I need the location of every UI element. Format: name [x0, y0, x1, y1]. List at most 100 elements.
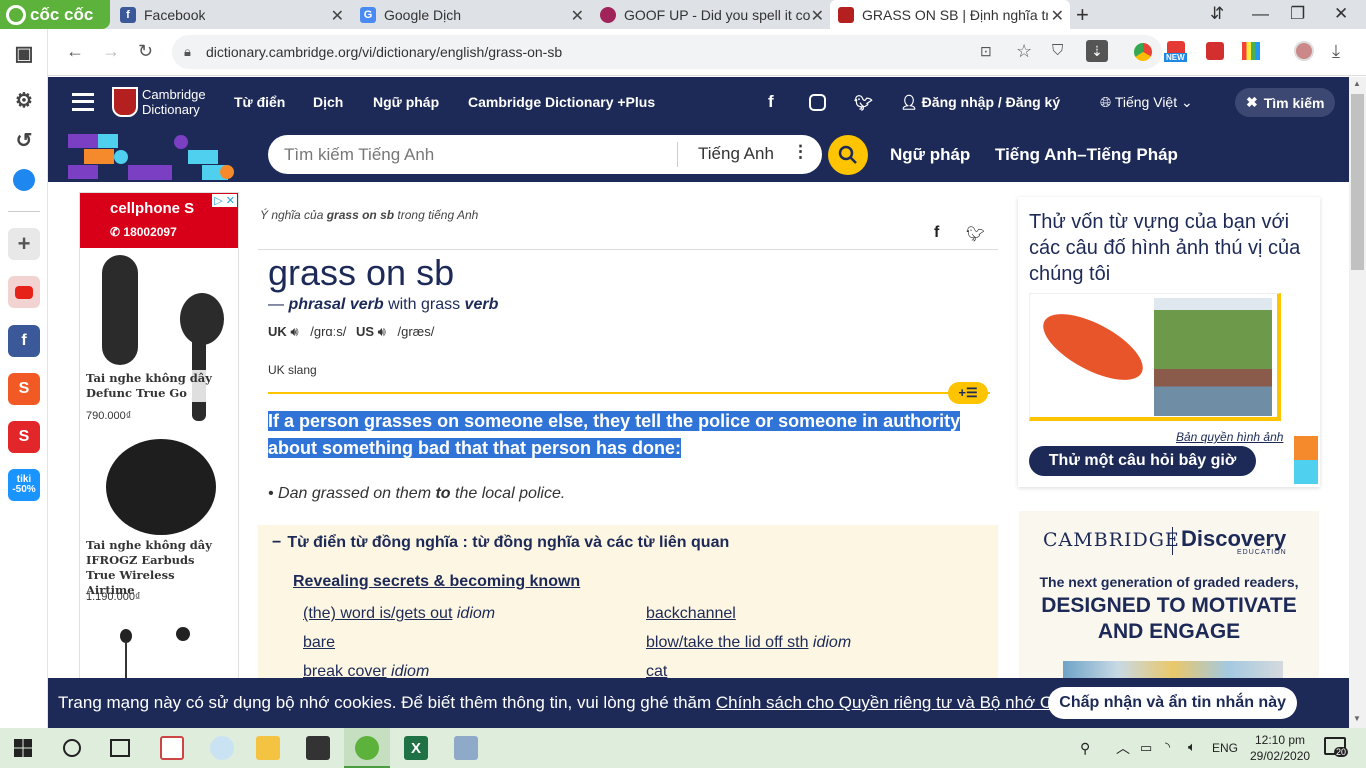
share-facebook-icon[interactable]: f	[934, 224, 939, 242]
app-snipping-icon[interactable]	[210, 736, 234, 760]
hamburger-menu-icon[interactable]	[72, 93, 94, 111]
more-vertical-icon[interactable]: ⋮	[792, 142, 809, 162]
uk-ipa: /ɡrɑːs/	[310, 324, 347, 339]
people-icon[interactable]: ⚲	[1080, 740, 1090, 757]
close-tab-icon[interactable]: ✕	[571, 6, 584, 26]
start-icon[interactable]	[14, 739, 32, 757]
bookmark-star-icon[interactable]: ☆	[1016, 41, 1032, 62]
add-app-icon[interactable]: +	[8, 228, 40, 260]
quiz-image[interactable]	[1029, 293, 1281, 421]
search-language-select[interactable]: Tiếng Anh	[698, 144, 774, 164]
taskbar-coccoc-active[interactable]	[344, 728, 390, 768]
extension-red-icon[interactable]	[1206, 42, 1224, 60]
panel-toggle-icon[interactable]: ▣	[8, 37, 40, 69]
extension-new-icon[interactable]: NEW	[1164, 41, 1190, 65]
wifi-icon[interactable]: ◝	[1165, 739, 1170, 755]
accept-cookies-button[interactable]: Chấp nhận và ẩn tin nhắn này	[1048, 687, 1297, 719]
thesaurus-group-link[interactable]: Revealing secrets & becoming known	[293, 573, 580, 591]
tab-grass-on-sb[interactable]: GRASS ON SB | Định nghĩa tr ✕	[830, 0, 1070, 29]
maximize-icon[interactable]: ❐	[1290, 4, 1305, 24]
facebook-icon[interactable]: f	[768, 92, 774, 112]
address-bar[interactable]: 🔒︎ dictionary.cambridge.org/vi/dictionar…	[172, 35, 1162, 69]
task-view-icon[interactable]	[110, 739, 130, 757]
tab-facebook[interactable]: f Facebook ✕	[112, 0, 350, 29]
nav-translate[interactable]: Dịch	[313, 94, 343, 110]
close-tab-icon[interactable]: ✕	[331, 6, 344, 26]
product-name[interactable]: Tai nghe không dây Defunc True Go	[84, 370, 216, 402]
notifications-icon[interactable]: 20	[1324, 737, 1349, 757]
nav-dictionary[interactable]: Từ điển	[234, 94, 285, 110]
app-paint-icon[interactable]	[160, 736, 184, 760]
minimize-icon[interactable]: —	[1252, 4, 1269, 24]
site-logo[interactable]: Cambridge Dictionary	[142, 87, 206, 117]
sendo-icon[interactable]: S	[8, 421, 40, 453]
settings-icon[interactable]: ⚙	[8, 84, 40, 116]
thesaurus-item[interactable]: backchannel	[646, 605, 736, 623]
search-input[interactable]: Tìm kiếm Tiếng Anh Tiếng Anh ⋮	[268, 135, 822, 174]
scroll-thumb[interactable]	[1351, 94, 1364, 270]
app-sticky-icon[interactable]	[306, 736, 330, 760]
scroll-up-icon[interactable]: ▲	[1353, 79, 1361, 88]
translate-page-icon[interactable]: ⊡	[980, 43, 992, 60]
share-twitter-icon[interactable]: 🐦︎	[966, 225, 985, 243]
tab-goof-up[interactable]: GOOF UP - Did you spell it co ✕	[592, 0, 830, 29]
scroll-down-icon[interactable]: ▼	[1353, 714, 1361, 723]
facebook-icon[interactable]: f	[8, 325, 40, 357]
thesaurus-item[interactable]: blow/take the lid off sth idiom	[646, 634, 851, 652]
search-button[interactable]	[828, 135, 868, 175]
show-hidden-icon[interactable]: ︿	[1116, 738, 1130, 758]
app-tool-icon[interactable]	[454, 736, 478, 760]
file-explorer-icon[interactable]	[256, 736, 280, 760]
nav-plus[interactable]: Cambridge Dictionary +Plus	[468, 94, 655, 110]
adchoices-icon[interactable]: ▷ ✕	[212, 194, 237, 207]
thesaurus-item[interactable]: bare	[303, 634, 335, 652]
quiz-start-button[interactable]: Thử một câu hỏi bây giờ	[1029, 446, 1256, 476]
tab-search-icon[interactable]: ⇵	[1210, 4, 1224, 24]
download-page-icon[interactable]: ⇣	[1086, 40, 1108, 62]
image-credit-link[interactable]: Bản quyền hình ảnh	[1176, 430, 1283, 444]
left-advertisement[interactable]: cellphone S ✆ 18002097 ▷ ✕ Tai nghe khôn…	[79, 192, 239, 682]
cambridge-discovery-ad[interactable]: CAMBRIDGE Discovery EDUCATION The next g…	[1019, 511, 1319, 686]
thesaurus-toggle[interactable]: − Từ điển từ đồng nghĩa : từ đồng nghĩa v…	[272, 534, 729, 552]
nav-grammar[interactable]: Ngữ pháp	[373, 94, 439, 110]
language-select[interactable]: 🌐︎ Tiếng Việt ⌄	[1100, 94, 1193, 111]
downloads-icon[interactable]: ⤓	[1332, 41, 1340, 62]
volume-icon[interactable]: 🔈︎	[1188, 739, 1196, 755]
instagram-icon[interactable]	[809, 94, 826, 111]
privacy-policy-link[interactable]: Chính sách cho Quyền riêng tư và Bộ nhớ …	[716, 693, 1101, 712]
subnav-english-french[interactable]: Tiếng Anh–Tiếng Pháp	[995, 145, 1178, 165]
messenger-icon[interactable]	[8, 164, 40, 196]
coccoc-menu-button[interactable]: cốc cốc	[0, 0, 110, 29]
search-icon[interactable]	[63, 739, 81, 757]
shield-icon[interactable]: ⛉	[1052, 42, 1063, 59]
profile-avatar[interactable]	[1294, 41, 1314, 61]
subnav-grammar[interactable]: Ngữ pháp	[890, 145, 970, 165]
thesaurus-item[interactable]: (the) word is/gets out idiom	[303, 605, 495, 623]
login-link[interactable]: 👤︎ Đăng nhập / Đăng ký	[900, 94, 1060, 111]
close-tab-icon[interactable]: ✕	[811, 6, 824, 26]
clock[interactable]: 12:10 pm 29/02/2020	[1250, 732, 1310, 764]
excel-icon[interactable]: X	[404, 736, 428, 760]
tab-google-dich[interactable]: G Google Dịch ✕	[352, 0, 590, 29]
battery-icon[interactable]: ▭	[1140, 740, 1152, 756]
youtube-icon[interactable]	[8, 276, 40, 308]
new-tab-button[interactable]: +	[1076, 2, 1089, 28]
add-to-wordlist-button[interactable]: +☰	[948, 382, 988, 404]
history-icon[interactable]: ↺	[8, 124, 40, 156]
shopee-icon[interactable]: S	[8, 373, 40, 405]
forward-icon[interactable]: →	[102, 41, 120, 62]
close-tab-icon[interactable]: ✕	[1051, 6, 1064, 26]
extension-chrome-icon[interactable]	[1134, 43, 1152, 61]
product-name[interactable]: Tai nghe không dây IFROGZ Earbuds True W…	[84, 537, 218, 599]
tiki-icon[interactable]: tiki -50%	[8, 469, 40, 501]
back-icon[interactable]: ←	[66, 41, 84, 62]
extension-color-icon[interactable]	[1242, 42, 1260, 60]
search-toggle-button[interactable]: ✖ Tìm kiếm	[1235, 88, 1336, 117]
audio-us-icon[interactable]: 🔊︎	[378, 324, 386, 339]
input-language[interactable]: ENG	[1212, 741, 1238, 755]
audio-uk-icon[interactable]: 🔊︎	[290, 324, 298, 339]
close-window-icon[interactable]: ✕	[1334, 4, 1348, 24]
reload-icon[interactable]: ↻	[138, 41, 153, 62]
twitter-icon[interactable]: 🐦︎	[854, 94, 873, 112]
page-scrollbar[interactable]: ▲ ▼	[1349, 77, 1366, 728]
